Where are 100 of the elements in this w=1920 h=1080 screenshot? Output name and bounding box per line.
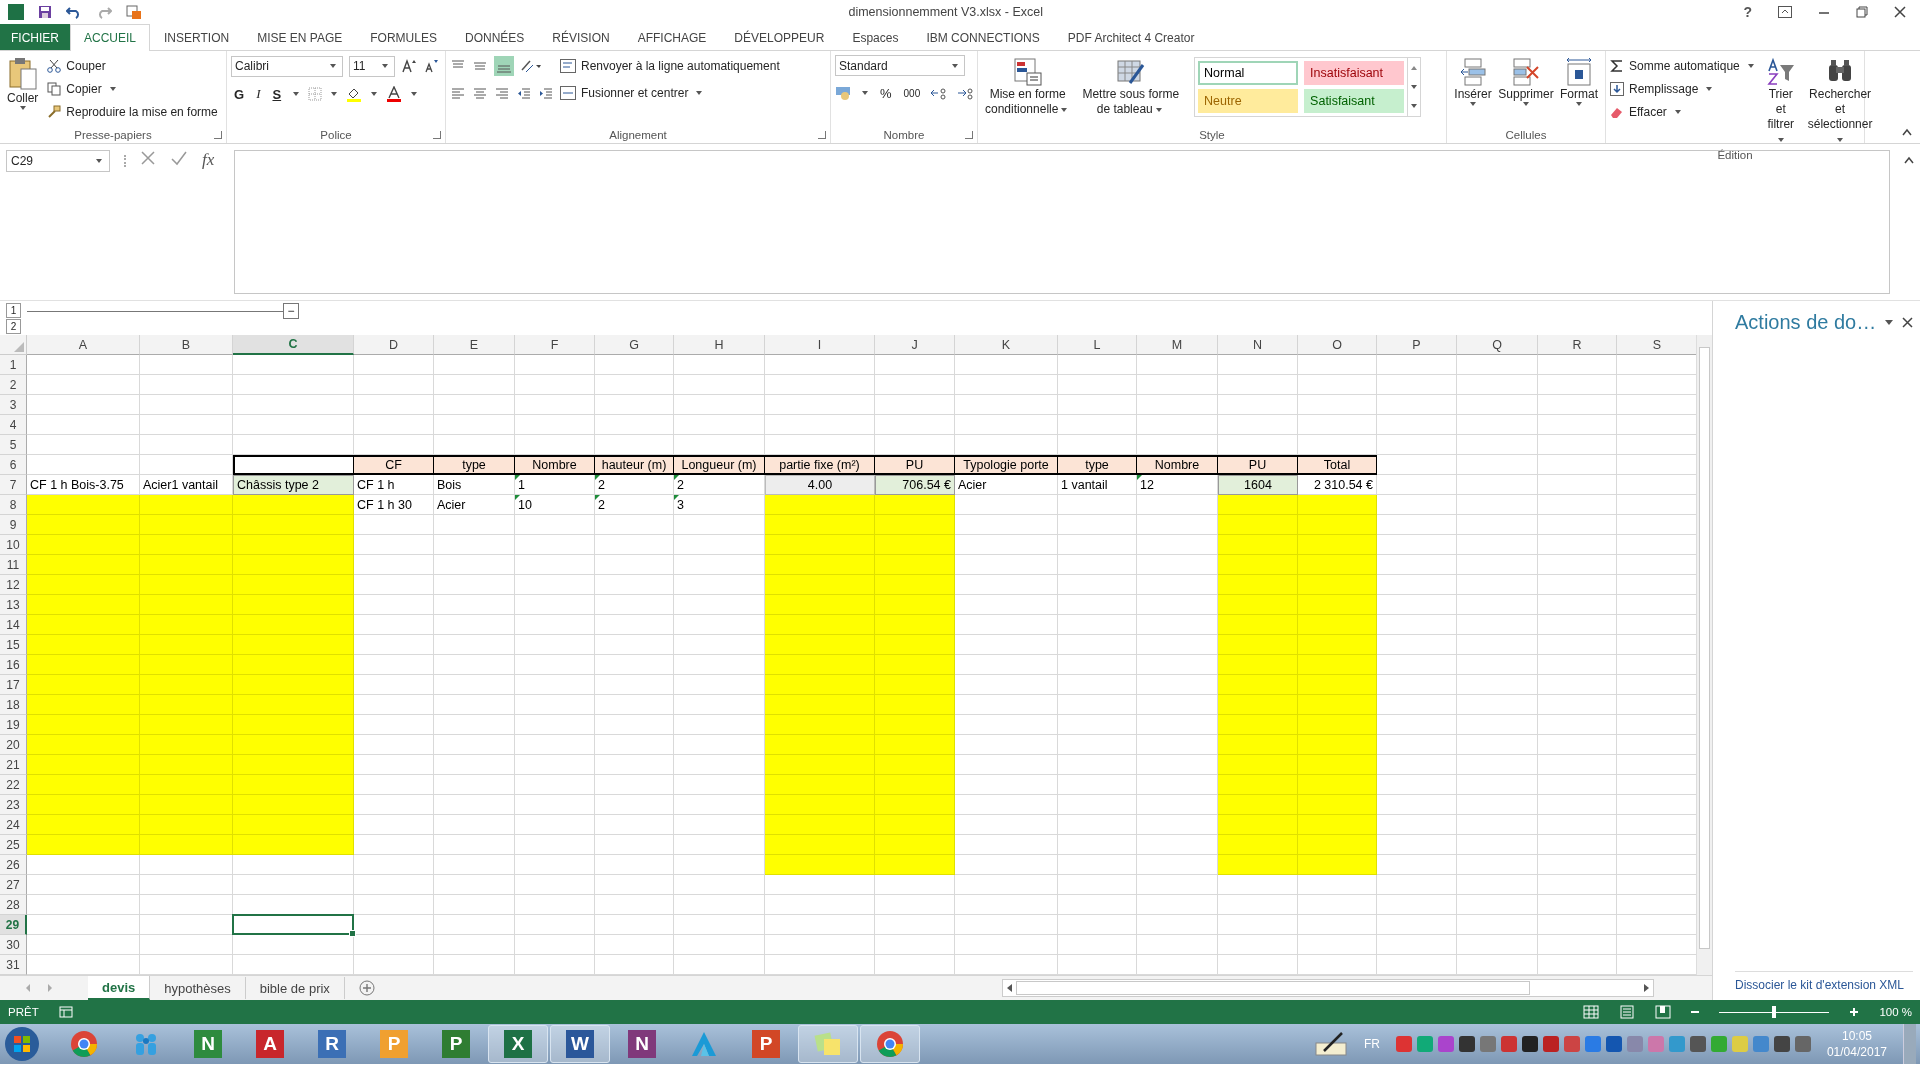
dialog-launcher-icon[interactable] — [965, 131, 973, 139]
add-sheet-icon[interactable] — [358, 980, 375, 996]
underline-button[interactable]: S — [269, 86, 285, 102]
taskbar-app[interactable]: X — [488, 1025, 548, 1063]
dialog-launcher-icon[interactable] — [214, 131, 222, 139]
next-sheet-icon[interactable] — [46, 983, 54, 993]
taskbar-app[interactable]: R — [302, 1025, 362, 1063]
fill-button[interactable]: Remplissage — [1610, 78, 1757, 99]
tray-icon[interactable] — [1521, 1036, 1538, 1052]
dialog-launcher-icon[interactable] — [433, 131, 441, 139]
format-as-table-button[interactable]: Mettre sous forme de tableau — [1079, 55, 1183, 119]
column-header[interactable]: F — [515, 335, 595, 355]
active-cell[interactable] — [232, 914, 354, 935]
pen-input-icon[interactable] — [1313, 1031, 1348, 1057]
column-header[interactable]: I — [765, 335, 875, 355]
column-header[interactable]: H — [674, 335, 765, 355]
caret-icon[interactable] — [862, 91, 868, 95]
row-header[interactable]: 19 — [0, 715, 27, 735]
ribbon-tab[interactable]: IBM CONNECTIONS — [912, 24, 1054, 50]
row-header[interactable]: 6 — [0, 455, 27, 475]
currency-icon[interactable] — [835, 85, 853, 101]
save-icon[interactable] — [38, 5, 52, 19]
row-header[interactable]: 12 — [0, 575, 27, 595]
start-button[interactable] — [4, 1026, 40, 1062]
row-header[interactable]: 17 — [0, 675, 27, 695]
cells-command-button[interactable]: Insérer — [1451, 55, 1495, 108]
sheet-tab[interactable]: devis — [88, 976, 151, 1000]
name-box[interactable]: C29 — [6, 150, 110, 172]
taskbar-app[interactable]: P — [736, 1025, 796, 1063]
shrink-font-icon[interactable] — [423, 58, 439, 74]
column-header[interactable]: E — [434, 335, 515, 355]
outline-collapse-button[interactable]: − — [283, 303, 299, 319]
print-preview-icon[interactable] — [126, 4, 142, 20]
column-header[interactable]: J — [875, 335, 955, 355]
caret-icon[interactable] — [371, 92, 378, 96]
cancel-icon[interactable] — [140, 150, 156, 166]
tray-icon[interactable] — [1605, 1036, 1622, 1052]
clear-button[interactable]: Effacer — [1610, 101, 1757, 122]
ribbon-display-icon[interactable] — [1778, 6, 1792, 18]
horizontal-scrollbar[interactable] — [1002, 979, 1654, 997]
column-header[interactable]: D — [354, 335, 434, 355]
page-layout-icon[interactable] — [1619, 1005, 1636, 1019]
cells-command-button[interactable]: Format — [1557, 55, 1601, 108]
row-header[interactable]: 16 — [0, 655, 27, 675]
ribbon-tab[interactable]: INSERTION — [150, 24, 244, 50]
cell-style-option[interactable]: Neutre — [1198, 89, 1299, 113]
merge-center-button[interactable]: Fusionner et centrer — [560, 82, 780, 103]
ribbon-tab[interactable]: ACCUEIL — [70, 24, 150, 51]
vertical-scrollbar[interactable] — [1696, 335, 1712, 975]
close-icon[interactable] — [1902, 317, 1914, 328]
help-button[interactable]: ? — [1743, 4, 1752, 20]
row-header[interactable]: 18 — [0, 695, 27, 715]
column-header[interactable]: N — [1218, 335, 1298, 355]
font-color-icon[interactable] — [386, 86, 403, 102]
row-header[interactable]: 1 — [0, 355, 27, 375]
row-header[interactable]: 9 — [0, 515, 27, 535]
find-select-button[interactable]: Rechercher et sélectionner — [1804, 55, 1876, 149]
zoom-in-icon[interactable] — [1849, 1007, 1860, 1017]
column-header[interactable]: S — [1617, 335, 1696, 355]
column-header[interactable]: M — [1137, 335, 1218, 355]
normal-view-icon[interactable] — [1583, 1005, 1600, 1019]
align-bottom-icon[interactable] — [494, 56, 514, 76]
decrease-decimal-icon[interactable] — [955, 85, 976, 101]
sort-filter-button[interactable]: Trier et filtrer — [1762, 55, 1799, 149]
cut-button[interactable]: Couper — [47, 55, 218, 76]
fill-color-icon[interactable] — [346, 86, 363, 102]
taskbar-app[interactable]: A — [240, 1025, 300, 1063]
column-header[interactable]: B — [140, 335, 233, 355]
column-header[interactable]: Q — [1457, 335, 1538, 355]
ribbon-tab[interactable]: RÉVISION — [538, 24, 624, 50]
row-header[interactable]: 10 — [0, 535, 27, 555]
taskbar-app[interactable]: P — [426, 1025, 486, 1063]
row-header[interactable]: 14 — [0, 615, 27, 635]
bold-button[interactable]: G — [231, 86, 248, 102]
select-all-icon[interactable] — [14, 342, 24, 352]
cell-style-option[interactable]: Satisfaisant — [1304, 89, 1405, 113]
caret-icon[interactable] — [411, 92, 418, 96]
restore-icon[interactable] — [1856, 6, 1868, 18]
previous-sheet-icon[interactable] — [24, 983, 32, 993]
row-header[interactable]: 3 — [0, 395, 27, 415]
format-painter-button[interactable]: Reproduire la mise en forme — [47, 101, 218, 122]
font-family-dropdown[interactable]: Calibri — [231, 55, 343, 77]
font-size-dropdown[interactable]: 11 — [349, 55, 395, 77]
scroll-up-icon[interactable] — [1411, 65, 1418, 70]
tray-icon[interactable] — [1773, 1036, 1790, 1052]
align-left-icon[interactable] — [450, 86, 466, 102]
caret-icon[interactable] — [331, 92, 338, 96]
row-header[interactable]: 26 — [0, 855, 27, 875]
pane-options-icon[interactable] — [1884, 318, 1895, 327]
row-header[interactable]: 27 — [0, 875, 27, 895]
ribbon-tab[interactable]: AFFICHAGE — [623, 24, 721, 50]
column-header[interactable]: C — [233, 335, 354, 355]
outline-level-button[interactable]: 2 — [6, 319, 21, 334]
tray-icon[interactable] — [1689, 1036, 1706, 1052]
enter-icon[interactable] — [170, 150, 188, 166]
more-styles-icon[interactable] — [1411, 104, 1418, 109]
zoom-level[interactable]: 100 % — [1879, 1006, 1912, 1018]
caret-icon[interactable] — [293, 92, 300, 96]
autosum-button[interactable]: Somme automatique — [1610, 55, 1757, 76]
redo-icon[interactable] — [96, 5, 112, 19]
